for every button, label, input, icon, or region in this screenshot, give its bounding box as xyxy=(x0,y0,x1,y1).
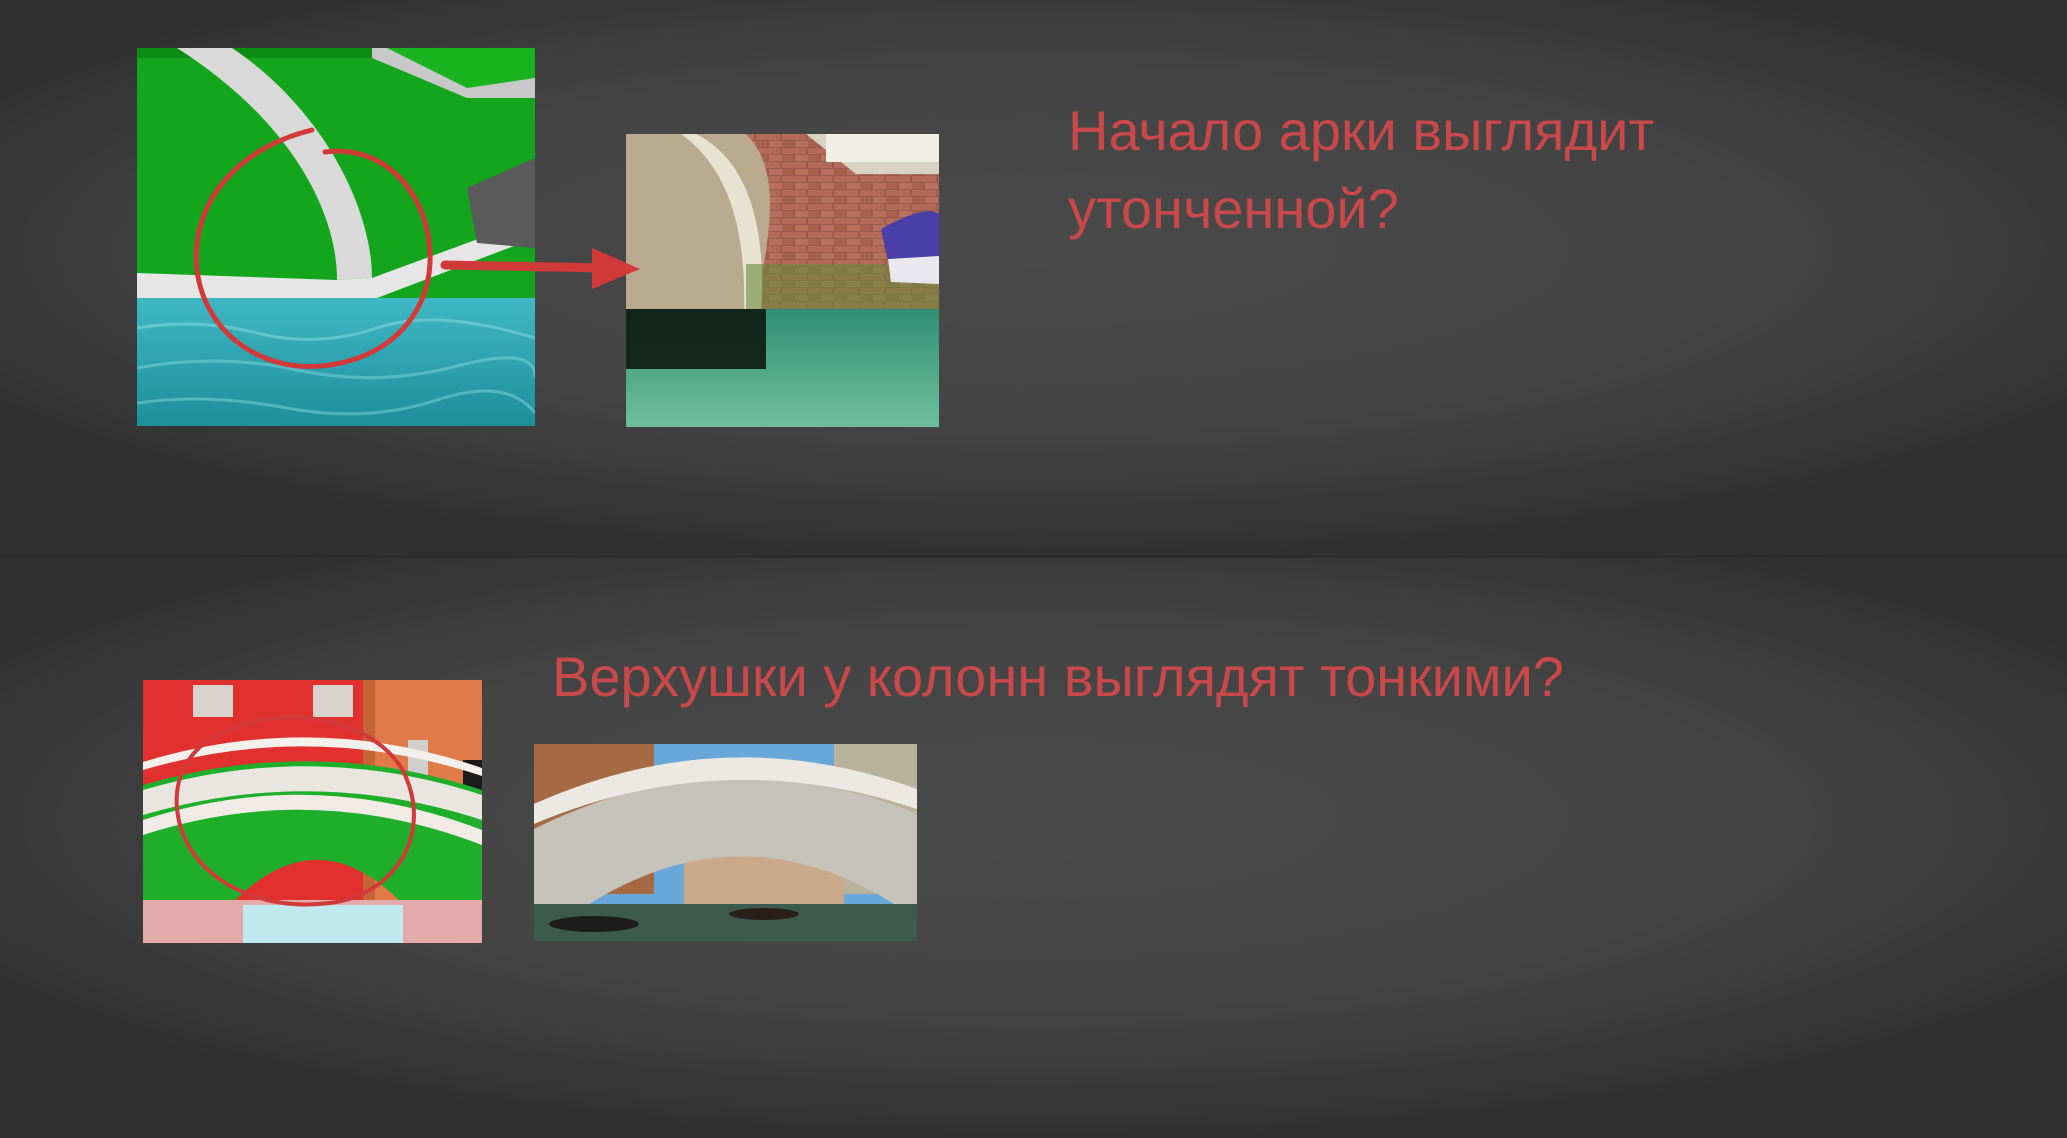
reference-bridge-photo xyxy=(534,744,917,941)
annotation-balustrade-question: Верхушки у колонн выглядят тонкими? xyxy=(552,638,1564,716)
render-arch-image xyxy=(137,48,535,426)
annotation-line: утонченной? xyxy=(1068,177,1399,240)
annotation-line: Верхушки у колонн выглядят тонкими? xyxy=(552,645,1564,708)
annotation-arch-question: Начало арки выглядит утонченной? xyxy=(1068,92,1654,248)
render-bridge-image xyxy=(143,680,482,943)
annotation-line: Начало арки выглядит xyxy=(1068,99,1655,162)
reference-arch-photo xyxy=(626,134,939,427)
